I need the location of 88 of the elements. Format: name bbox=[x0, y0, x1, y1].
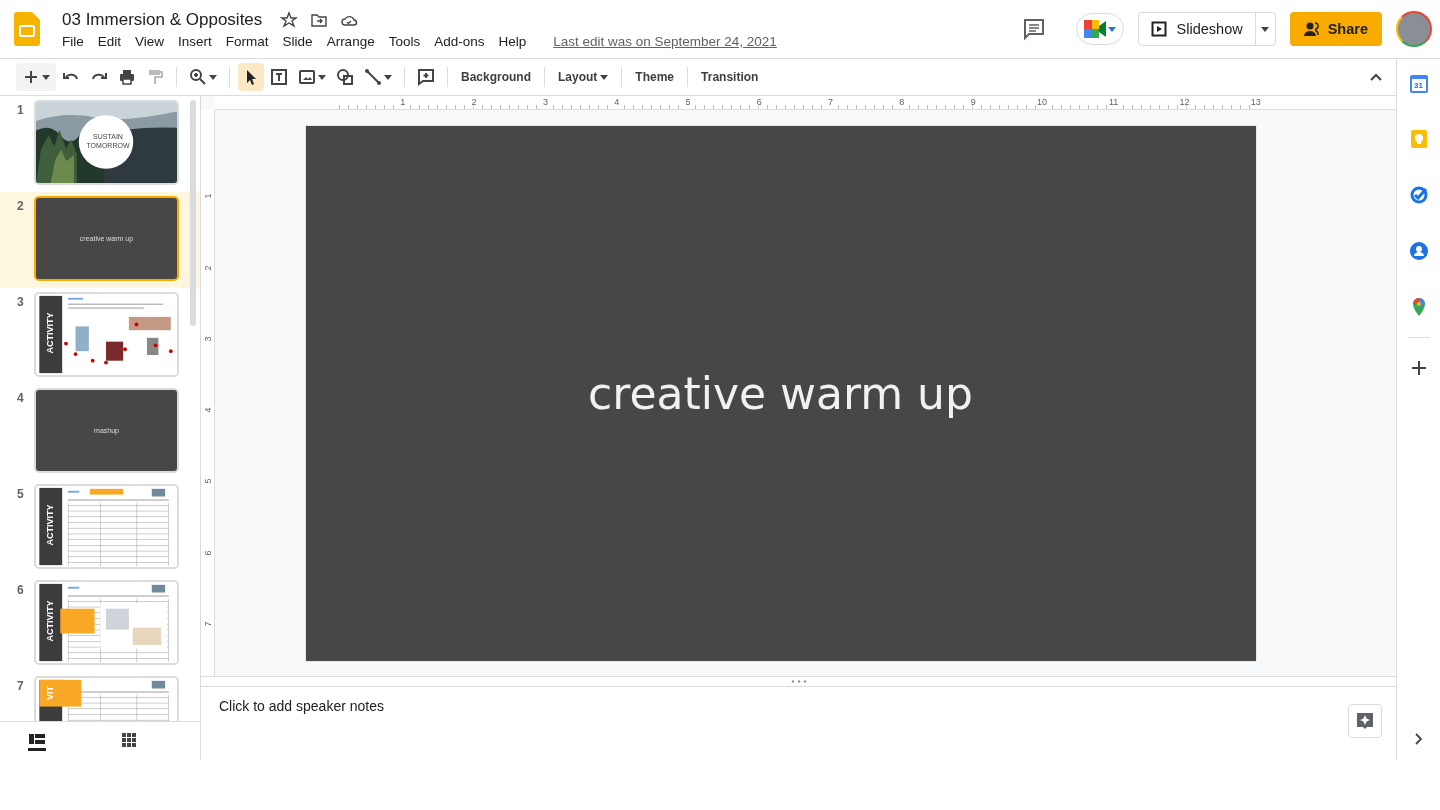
video-camera-icon bbox=[1083, 20, 1106, 38]
ruler-number: 13 bbox=[1250, 96, 1261, 109]
slide-number: 5 bbox=[16, 486, 25, 503]
slide-number: 3 bbox=[16, 294, 25, 311]
slide-number: 7 bbox=[16, 678, 25, 695]
menu-item[interactable]: File bbox=[62, 33, 91, 49]
sparkle-icon bbox=[1356, 712, 1374, 730]
grid-icon bbox=[120, 731, 138, 748]
thumbnail-title: VIT bbox=[45, 685, 55, 702]
toolbar-button[interactable]: Layout bbox=[553, 63, 614, 91]
scrollbar[interactable] bbox=[190, 100, 196, 326]
share-button[interactable]: Share bbox=[1289, 12, 1382, 46]
ruler-number: 3 bbox=[542, 96, 548, 109]
slide-title[interactable]: creative warm up bbox=[588, 367, 973, 419]
menu-item[interactable]: Edit bbox=[90, 33, 129, 49]
toolbar-button[interactable]: Theme bbox=[630, 63, 680, 91]
caret-icon bbox=[209, 73, 217, 81]
ruler-number: 5 bbox=[685, 96, 691, 109]
people-icon bbox=[1303, 22, 1322, 36]
slide-thumbnail[interactable]: ACTIVITY bbox=[34, 292, 179, 377]
ruler-number: 6 bbox=[756, 96, 762, 109]
ruler-number: 3 bbox=[202, 336, 213, 342]
slide-thumbnail[interactable]: ACTIVITY bbox=[34, 484, 179, 569]
toolbar-button[interactable]: Transition bbox=[696, 63, 764, 91]
slide-number: 1 bbox=[16, 102, 25, 119]
slide-number: 2 bbox=[16, 198, 25, 215]
check-circle-icon[interactable] bbox=[1408, 185, 1429, 205]
ruler-number: 1 bbox=[400, 96, 406, 109]
image-icon bbox=[298, 68, 316, 86]
thumbnail-title: ACTIVITY bbox=[45, 503, 55, 548]
menu-item[interactable]: View bbox=[128, 33, 172, 49]
user-avatar[interactable] bbox=[1396, 11, 1432, 47]
thumbnail-title: ACTIVITY bbox=[45, 599, 55, 644]
menu-item[interactable]: Add-ons bbox=[427, 33, 492, 49]
ruler-number: 7 bbox=[202, 621, 213, 627]
explore-button[interactable] bbox=[1348, 704, 1382, 738]
menu-item[interactable]: Slide bbox=[275, 33, 320, 49]
ruler-number: 4 bbox=[614, 96, 620, 109]
slide-number: 6 bbox=[16, 582, 25, 599]
thumbnail-title: ACTIVITY bbox=[45, 311, 55, 356]
filmstrip-view-button[interactable] bbox=[28, 731, 46, 751]
printer-icon bbox=[118, 68, 136, 86]
star-icon[interactable] bbox=[280, 10, 299, 29]
caret-icon bbox=[1107, 25, 1116, 33]
toolbar-button[interactable]: Background bbox=[456, 63, 536, 91]
plus-tool-button[interactable] bbox=[16, 63, 56, 91]
meet-button[interactable] bbox=[1075, 13, 1124, 45]
text-box-icon bbox=[270, 68, 288, 86]
comments-icon[interactable] bbox=[1021, 17, 1046, 41]
ruler-number: 1 bbox=[202, 193, 213, 199]
ruler-number: 12 bbox=[1179, 96, 1190, 109]
menu-item[interactable]: Tools bbox=[381, 33, 428, 49]
add-comment-icon bbox=[417, 68, 435, 86]
line-icon bbox=[364, 68, 382, 86]
ruler-number: 4 bbox=[202, 407, 213, 413]
speaker-notes-field[interactable]: Click to add speaker notes bbox=[217, 697, 821, 715]
caret-icon bbox=[384, 73, 392, 81]
document-title[interactable]: 03 Immersion & Opposites bbox=[62, 9, 263, 30]
play-icon bbox=[1150, 21, 1167, 37]
ruler-number: 6 bbox=[202, 550, 213, 556]
pointer-tool-button[interactable] bbox=[238, 63, 264, 91]
plus-icon bbox=[22, 68, 40, 86]
resize-handle[interactable] bbox=[790, 680, 807, 683]
caret-icon bbox=[600, 73, 609, 81]
calendar-icon[interactable]: 31 bbox=[1409, 75, 1428, 93]
person-icon[interactable] bbox=[1408, 241, 1429, 261]
caret-icon bbox=[1261, 25, 1270, 33]
shapes-icon bbox=[336, 68, 354, 86]
menu-item[interactable]: Help bbox=[491, 33, 534, 49]
caret-icon bbox=[42, 73, 50, 81]
paint-roller-icon bbox=[146, 68, 164, 86]
menu-item[interactable]: Arrange bbox=[319, 33, 382, 49]
caret-icon bbox=[318, 73, 326, 81]
slide-canvas[interactable]: creative warm up bbox=[305, 125, 1256, 661]
ruler-number: 7 bbox=[828, 96, 834, 109]
ruler-number: 5 bbox=[202, 479, 213, 484]
slide-number: 4 bbox=[16, 390, 25, 407]
ruler-number: 9 bbox=[970, 96, 976, 109]
menu-item[interactable]: Format bbox=[218, 33, 276, 49]
menu-item[interactable]: Insert bbox=[171, 33, 219, 49]
last-edit-link[interactable]: Last edit was on September 24, 2021 bbox=[553, 33, 777, 49]
ruler-number: 8 bbox=[899, 96, 905, 109]
ruler-number: 10 bbox=[1036, 96, 1047, 109]
ruler-number: 2 bbox=[202, 265, 213, 271]
slide-thumbnail[interactable]: ACTIVITY bbox=[34, 580, 179, 665]
zoom-icon bbox=[189, 68, 207, 86]
ruler-number: 11 bbox=[1108, 96, 1119, 109]
ruler-number: 2 bbox=[471, 96, 477, 109]
